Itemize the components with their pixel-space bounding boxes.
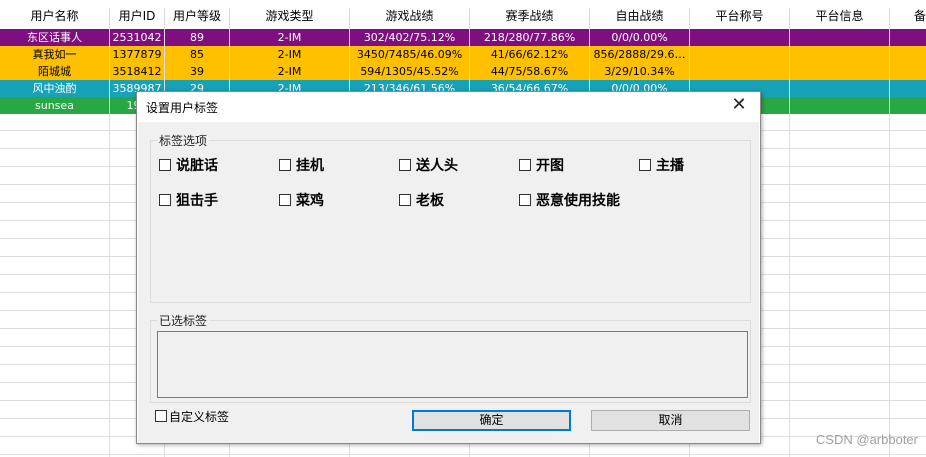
table-row[interactable]: 陌城城 3518412 39 2-IM 594/1305/45.52% 44/75/58.… xyxy=(0,63,926,80)
custom-tag-checkbox[interactable]: 自定义标签 xyxy=(155,409,229,425)
header-user-level[interactable]: 用户等级 xyxy=(165,8,230,25)
close-icon[interactable]: ✕ xyxy=(726,94,752,118)
table-row[interactable]: 东区话事人 2531042 89 2-IM 302/402/75.12% 218/280/… xyxy=(0,29,926,46)
checkbox-icon[interactable] xyxy=(159,159,171,171)
cell-empty[interactable] xyxy=(690,29,790,46)
table-header-row: 用户名称 用户ID 用户等级 游戏类型 游戏战绩 赛季战绩 自由战绩 平台称号 … xyxy=(0,8,926,25)
header-platform-title[interactable]: 平台称号 xyxy=(690,8,790,25)
header-user-name[interactable]: 用户名称 xyxy=(0,8,110,25)
cell-level[interactable]: 85 xyxy=(165,46,230,63)
checkbox-icon[interactable] xyxy=(155,410,167,422)
tag-options-label: 标签选项 xyxy=(157,132,210,149)
grid-line xyxy=(889,25,890,457)
tag-checkbox-sniper[interactable]: 狙击手 xyxy=(159,192,218,210)
cell-empty[interactable] xyxy=(790,97,890,114)
grid-line xyxy=(789,25,790,457)
cell-name[interactable]: 风中浊酌 xyxy=(0,80,110,97)
tag-checkbox-swearing[interactable]: 说脏话 xyxy=(159,157,218,175)
checkbox-icon[interactable] xyxy=(159,194,171,206)
header-remark[interactable]: 备 xyxy=(890,8,926,25)
checkbox-icon[interactable] xyxy=(399,159,411,171)
header-user-id[interactable]: 用户ID xyxy=(110,8,165,25)
cell-free[interactable]: 0/0/0.00% xyxy=(590,29,690,46)
selected-tags-group: 已选标签 xyxy=(150,312,751,403)
cell-name[interactable]: sunsea xyxy=(0,97,110,114)
cell-game[interactable]: 3450/7485/46.09% xyxy=(350,46,470,63)
cell-empty[interactable] xyxy=(790,80,890,97)
checkbox-icon[interactable] xyxy=(519,194,531,206)
checkbox-icon[interactable] xyxy=(519,159,531,171)
dialog-title: 设置用户标签 xyxy=(146,101,219,115)
dialog-body: 标签选项 说脏话 挂机 送人头 开图 主播 狙击手 菜鸡 老板 恶意使用技能 已… xyxy=(138,122,759,443)
cell-empty[interactable] xyxy=(790,29,890,46)
cell-empty[interactable] xyxy=(890,63,926,80)
header-free-record[interactable]: 自由战绩 xyxy=(590,8,690,25)
cell-empty[interactable] xyxy=(890,97,926,114)
cell-id[interactable]: 3518412 xyxy=(110,63,165,80)
watermark: CSDN @arbboter xyxy=(815,432,918,447)
header-season-record[interactable]: 赛季战绩 xyxy=(470,8,590,25)
ok-button[interactable]: 确定 xyxy=(412,410,571,431)
selected-tags-box[interactable] xyxy=(157,331,748,398)
grid-line xyxy=(109,25,110,457)
cell-empty[interactable] xyxy=(890,29,926,46)
header-game-record[interactable]: 游戏战绩 xyxy=(350,8,470,25)
checkbox-icon[interactable] xyxy=(279,194,291,206)
header-game-type[interactable]: 游戏类型 xyxy=(230,8,350,25)
cell-free[interactable]: 856/2888/29.6… xyxy=(590,46,690,63)
tag-options-group: 标签选项 说脏话 挂机 送人头 开图 主播 狙击手 菜鸡 老板 恶意使用技能 xyxy=(150,132,751,303)
cell-season[interactable]: 218/280/77.86% xyxy=(470,29,590,46)
cell-empty[interactable] xyxy=(790,63,890,80)
checkbox-icon[interactable] xyxy=(639,159,651,171)
tag-checkbox-streamer[interactable]: 主播 xyxy=(639,157,684,175)
tag-checkbox-skill-abuse[interactable]: 恶意使用技能 xyxy=(519,192,620,210)
cancel-button[interactable]: 取消 xyxy=(591,410,750,431)
cell-empty[interactable] xyxy=(890,80,926,97)
tag-checkbox-afk[interactable]: 挂机 xyxy=(279,157,324,175)
cell-empty[interactable] xyxy=(690,46,790,63)
checkbox-icon[interactable] xyxy=(399,194,411,206)
tag-checkbox-noob[interactable]: 菜鸡 xyxy=(279,192,324,210)
selected-tags-label: 已选标签 xyxy=(157,312,210,329)
set-user-tags-dialog: 设置用户标签 ✕ 标签选项 说脏话 挂机 送人头 开图 主播 狙击手 菜鸡 老板… xyxy=(136,91,761,444)
cell-type[interactable]: 2-IM xyxy=(230,63,350,80)
checkbox-icon[interactable] xyxy=(279,159,291,171)
cell-level[interactable]: 89 xyxy=(165,29,230,46)
cell-type[interactable]: 2-IM xyxy=(230,46,350,63)
tag-checkbox-map-hack[interactable]: 开图 xyxy=(519,157,564,175)
header-platform-info[interactable]: 平台信息 xyxy=(790,8,890,25)
cell-empty[interactable] xyxy=(890,46,926,63)
cell-name[interactable]: 真我如一 xyxy=(0,46,110,63)
tag-checkbox-boss[interactable]: 老板 xyxy=(399,192,444,210)
cell-season[interactable]: 44/75/58.67% xyxy=(470,63,590,80)
cell-empty[interactable] xyxy=(690,63,790,80)
tag-checkbox-feeding[interactable]: 送人头 xyxy=(399,157,458,175)
cell-free[interactable]: 3/29/10.34% xyxy=(590,63,690,80)
cell-game[interactable]: 594/1305/45.52% xyxy=(350,63,470,80)
cell-type[interactable]: 2-IM xyxy=(230,29,350,46)
cell-name[interactable]: 东区话事人 xyxy=(0,29,110,46)
cell-season[interactable]: 41/66/62.12% xyxy=(470,46,590,63)
cell-empty[interactable] xyxy=(790,46,890,63)
cell-level[interactable]: 39 xyxy=(165,63,230,80)
cell-game[interactable]: 302/402/75.12% xyxy=(350,29,470,46)
cell-id[interactable]: 2531042 xyxy=(110,29,165,46)
table-row[interactable]: 真我如一 1377879 85 2-IM 3450/7485/46.09% 41/66/6… xyxy=(0,46,926,63)
cell-id[interactable]: 1377879 xyxy=(110,46,165,63)
cell-name[interactable]: 陌城城 xyxy=(0,63,110,80)
